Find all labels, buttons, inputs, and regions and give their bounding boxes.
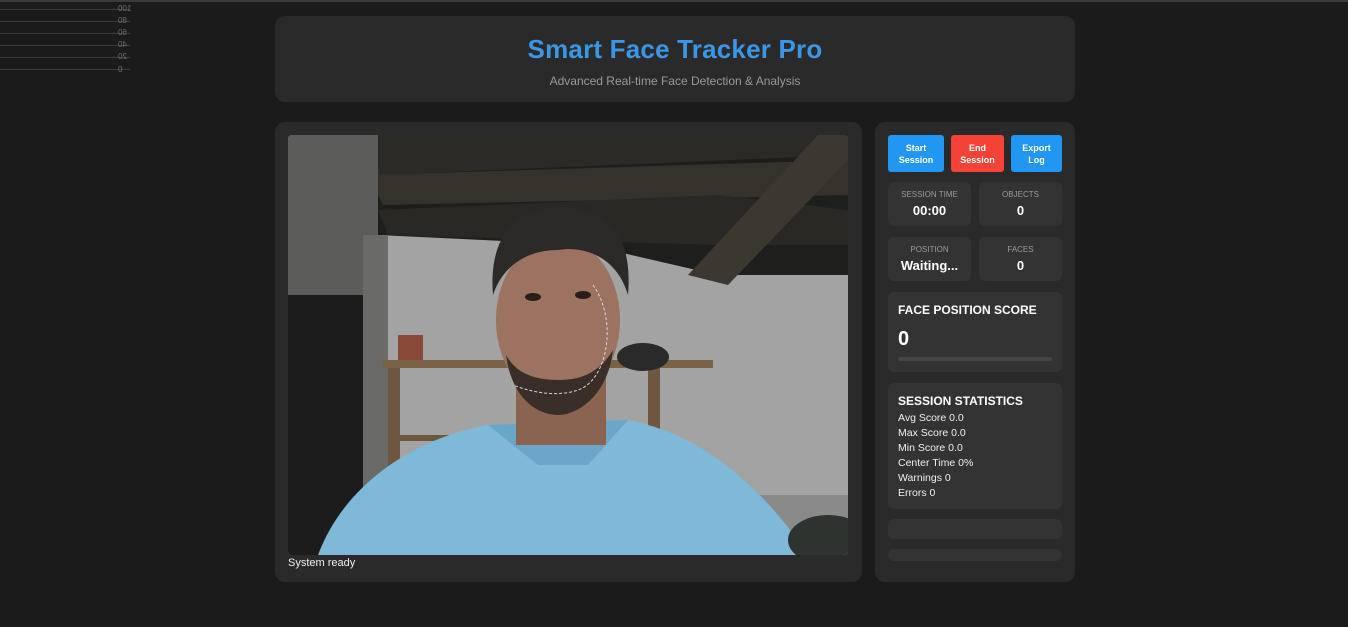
export-log-button[interactable]: Export Log xyxy=(1011,135,1062,172)
score-progress-bar xyxy=(898,357,1052,361)
video-panel: System ready xyxy=(275,122,862,582)
score-heading: FACE POSITION SCORE xyxy=(898,303,1037,317)
position-label: POSITION xyxy=(910,245,949,254)
webcam-feed xyxy=(288,135,848,555)
position-card: POSITION Waiting... xyxy=(888,237,971,281)
session-statistics-list: Avg Score 0.0 Max Score 0.0 Min Score 0.… xyxy=(898,411,973,501)
tick-label: 60 xyxy=(118,28,127,37)
gridline xyxy=(0,57,130,58)
faces-label: FACES xyxy=(1007,245,1034,254)
tick-label: 20 xyxy=(118,52,127,61)
gridline xyxy=(0,33,130,34)
objects-value: 0 xyxy=(1016,203,1025,218)
gridline xyxy=(0,21,130,22)
control-panel: Start Session End Session Export Log SES… xyxy=(875,122,1075,582)
empty-panel-slot xyxy=(888,519,1062,539)
faces-card: FACES 0 xyxy=(979,237,1062,281)
stat-max-score: Max Score 0.0 xyxy=(898,427,966,439)
position-value: Waiting... xyxy=(900,258,959,273)
objects-label: OBJECTS xyxy=(1002,190,1039,199)
session-time-card: SESSION TIME 00:00 xyxy=(888,182,971,226)
session-statistics-card: SESSION STATISTICS Avg Score 0.0 Max Sco… xyxy=(888,383,1062,509)
start-session-button[interactable]: Start Session xyxy=(888,135,944,172)
tick-label: 0 xyxy=(118,65,123,74)
tick-label: 80 xyxy=(118,16,127,25)
score-value: 0 xyxy=(898,328,910,350)
stat-center-time: Center Time 0% xyxy=(898,457,974,469)
session-time-label: SESSION TIME xyxy=(901,190,958,199)
objects-card: OBJECTS 0 xyxy=(979,182,1062,226)
app-title: Smart Face Tracker Pro xyxy=(527,34,823,64)
gridline xyxy=(0,9,130,10)
gridline xyxy=(0,45,130,46)
stat-warnings: Warnings 0 xyxy=(898,472,951,484)
stat-min-score: Min Score 0.0 xyxy=(898,442,963,454)
top-border xyxy=(0,0,1348,2)
webcam-frame-image xyxy=(288,135,848,555)
tick-label: 40 xyxy=(118,40,127,49)
empty-panel-slot xyxy=(888,549,1062,561)
session-time-value: 00:00 xyxy=(912,203,947,218)
stat-avg-score: Avg Score 0.0 xyxy=(898,412,964,424)
app-header: Smart Face Tracker Pro Advanced Real-tim… xyxy=(275,16,1075,102)
gridline xyxy=(0,69,130,70)
mini-score-chart: 100 80 60 40 20 0 xyxy=(0,4,148,76)
app-subtitle: Advanced Real-time Face Detection & Anal… xyxy=(549,74,801,88)
faces-value: 0 xyxy=(1016,258,1025,273)
face-position-score-card: FACE POSITION SCORE 0 xyxy=(888,292,1062,372)
tick-label: 100 xyxy=(118,4,132,13)
stat-errors: Errors 0 xyxy=(898,487,936,499)
end-session-button[interactable]: End Session xyxy=(951,135,1004,172)
session-statistics-heading: SESSION STATISTICS xyxy=(898,394,1023,408)
status-message: System ready xyxy=(288,557,356,569)
